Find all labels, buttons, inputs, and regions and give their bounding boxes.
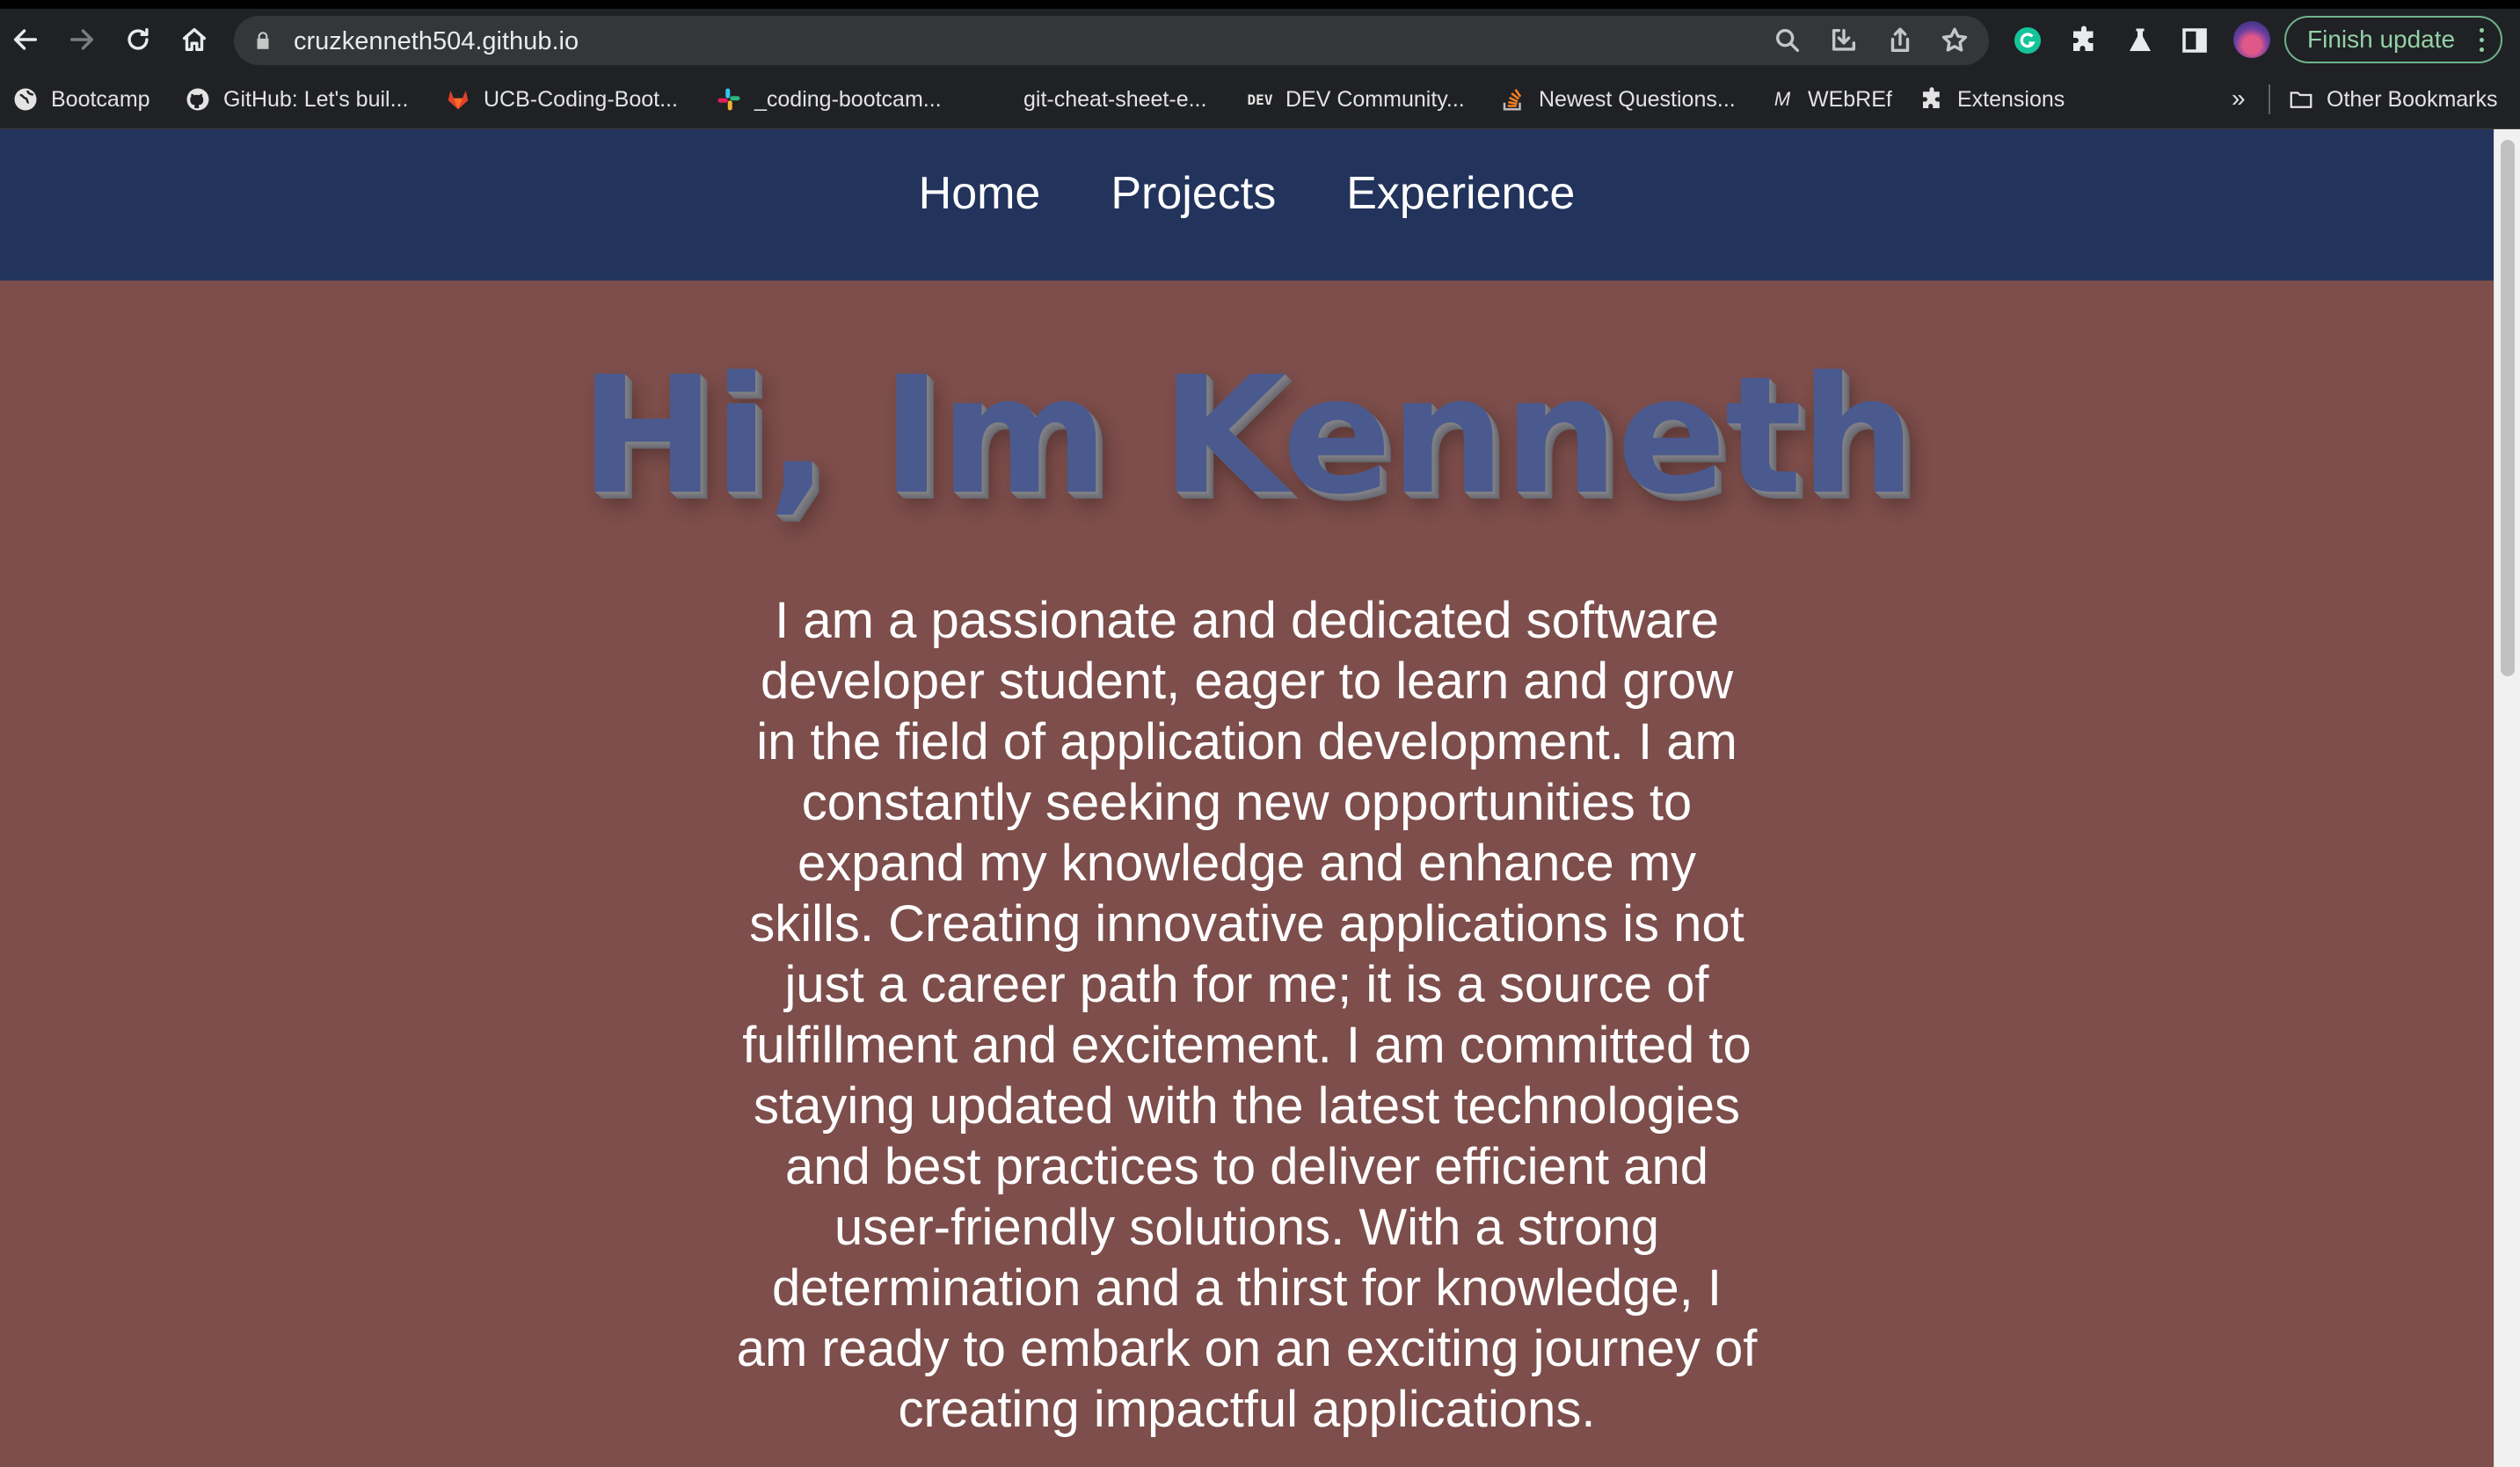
forward-button[interactable] xyxy=(62,19,102,60)
stackoverflow-icon xyxy=(1500,86,1526,113)
grammarly-icon[interactable] xyxy=(2010,23,2045,58)
bookmark-label: _coding-bootcam... xyxy=(754,86,942,112)
kebab-menu-icon[interactable] xyxy=(2480,28,2485,53)
tab-strip xyxy=(0,0,2520,9)
bookmark-bootcamp[interactable]: Bootcamp xyxy=(12,84,150,114)
install-app-icon[interactable] xyxy=(1829,26,1859,55)
arrow-left-icon xyxy=(13,29,38,50)
finish-update-button[interactable]: Finish update xyxy=(2284,16,2502,63)
reload-button[interactable] xyxy=(118,19,158,60)
gitlab-icon xyxy=(445,86,471,113)
bookmark-stackoverflow[interactable]: Newest Questions... xyxy=(1500,84,1736,114)
bookmarks-divider xyxy=(2269,84,2270,114)
extensions-puzzle-icon[interactable] xyxy=(2066,23,2101,58)
bookmark-label: Newest Questions... xyxy=(1539,86,1736,112)
bookmarks-bar: Bootcamp GitHub: Let's buil... UCB-Codin… xyxy=(0,70,2520,129)
browser-toolbar: cruzkenneth504.github.io Finish update xyxy=(0,9,2520,70)
bookmark-slack[interactable]: _coding-bootcam... xyxy=(716,84,942,114)
bookmark-webref[interactable]: M WEbREf xyxy=(1769,84,1892,114)
site-navbar: Home Projects Experience xyxy=(0,129,2494,281)
address-bar[interactable]: cruzkenneth504.github.io xyxy=(234,16,1989,65)
home-icon xyxy=(182,27,207,52)
hero-title: Hi, Im Kenneth xyxy=(579,342,1915,530)
bookmarks-overflow-button[interactable]: » xyxy=(2232,84,2246,113)
bookmark-label: DEV Community... xyxy=(1285,86,1465,112)
bookmark-label: GitHub: Let's buil... xyxy=(223,86,409,112)
lock-icon xyxy=(251,29,274,52)
bookmark-dev-community[interactable]: DEV DEV Community... xyxy=(1247,84,1465,114)
scrollbar[interactable] xyxy=(2494,129,2520,1467)
nav-link-experience[interactable]: Experience xyxy=(1346,129,1575,281)
nav-link-projects[interactable]: Projects xyxy=(1111,129,1276,281)
side-panel-icon[interactable] xyxy=(2177,23,2212,58)
back-button[interactable] xyxy=(5,19,46,60)
other-bookmarks[interactable]: Other Bookmarks xyxy=(2288,84,2498,114)
labs-flask-icon[interactable] xyxy=(2123,23,2158,58)
mdn-icon: M xyxy=(1773,88,1791,110)
avatar[interactable] xyxy=(2233,21,2270,58)
bookmark-label: Bootcamp xyxy=(51,86,150,112)
share-icon[interactable] xyxy=(1885,26,1915,55)
bookmark-label: git-cheat-sheet-e... xyxy=(1023,86,1207,112)
nav-link-home[interactable]: Home xyxy=(919,129,1041,281)
puzzle-icon xyxy=(1919,86,1945,113)
bookmark-gitlab[interactable]: UCB-Coding-Boot... xyxy=(445,84,678,114)
url-text[interactable]: cruzkenneth504.github.io xyxy=(294,27,579,56)
reload-icon xyxy=(127,27,149,50)
home-button[interactable] xyxy=(174,19,215,60)
bookmark-git-cheat-sheet[interactable]: git-cheat-sheet-e... xyxy=(1023,84,1206,114)
main-content: Hi, Im Kenneth I am a passionate and ded… xyxy=(0,281,2494,1467)
folder-icon xyxy=(2288,86,2314,113)
bio-paragraph: I am a passionate and dedicated software… xyxy=(736,592,1758,1438)
search-icon[interactable] xyxy=(1773,26,1803,55)
bookmark-github[interactable]: GitHub: Let's buil... xyxy=(185,84,408,114)
github-icon xyxy=(185,86,211,113)
scrollbar-thumb[interactable] xyxy=(2501,140,2515,676)
star-icon[interactable] xyxy=(1940,26,1970,55)
dev-icon: DEV xyxy=(1247,91,1273,108)
bookmark-label: WEbREf xyxy=(1808,86,1892,112)
other-bookmarks-label: Other Bookmarks xyxy=(2327,86,2498,112)
bookmark-label: Extensions xyxy=(1957,86,2065,112)
bookmark-extensions[interactable]: Extensions xyxy=(1919,84,2065,114)
slack-icon xyxy=(716,86,742,113)
finish-update-label: Finish update xyxy=(2307,26,2456,53)
globe-icon xyxy=(12,86,39,113)
arrow-right-icon xyxy=(69,29,94,50)
bookmark-label: UCB-Coding-Boot... xyxy=(484,86,678,112)
